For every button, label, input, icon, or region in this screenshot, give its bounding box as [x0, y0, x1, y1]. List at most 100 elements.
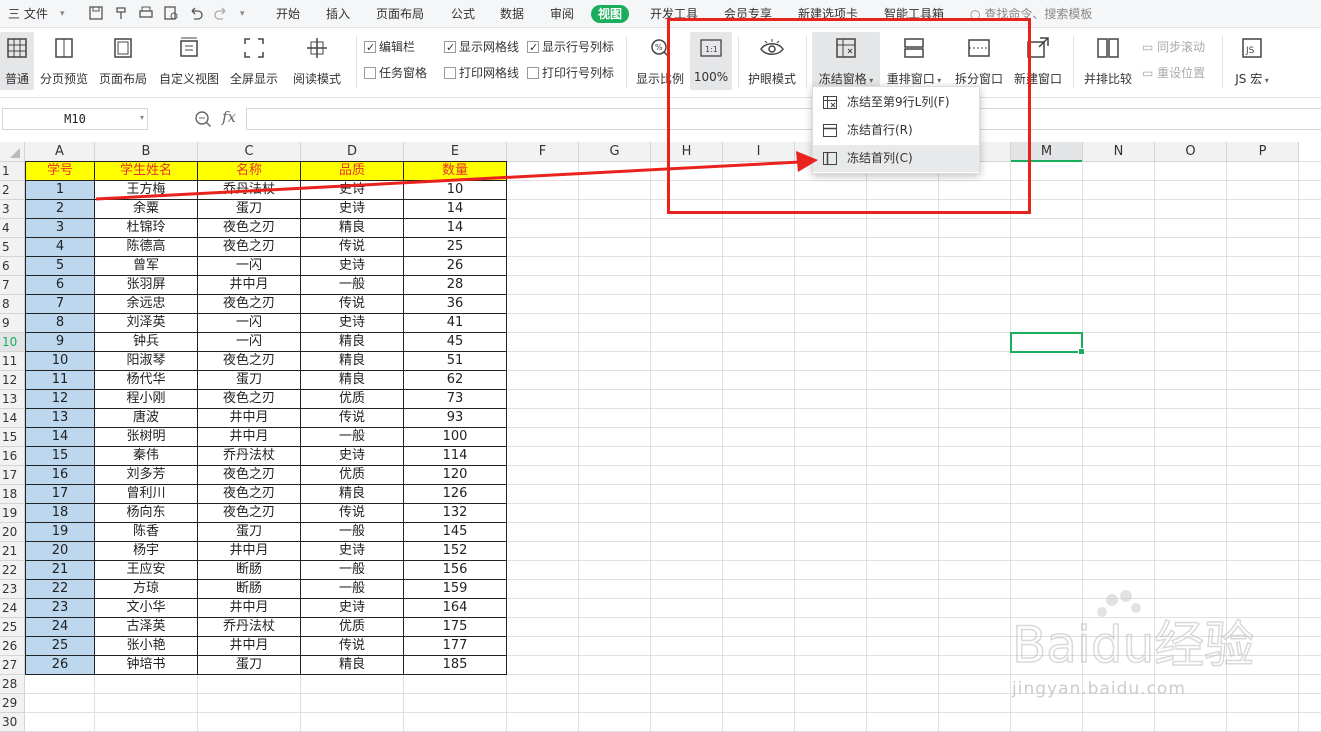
tab-insert[interactable]: 插入 [326, 5, 350, 23]
table-cell[interactable]: 5 [25, 257, 95, 276]
column-header-a[interactable]: A [25, 142, 95, 162]
tab-view[interactable]: 视图 [591, 5, 630, 23]
table-cell[interactable]: 36 [404, 295, 507, 314]
table-cell[interactable]: 传说 [301, 409, 404, 428]
table-cell[interactable]: 夜色之刃 [198, 352, 301, 371]
tab-home[interactable]: 开始 [276, 5, 300, 23]
row-header-8[interactable]: 8 [0, 295, 25, 314]
table-cell[interactable]: 夜色之刃 [198, 485, 301, 504]
select-all-corner[interactable] [0, 142, 25, 162]
table-cell[interactable]: 夜色之刃 [198, 219, 301, 238]
table-cell[interactable]: 夜色之刃 [198, 295, 301, 314]
row-header-11[interactable]: 11 [0, 352, 25, 371]
active-cell-selection[interactable] [1010, 332, 1085, 355]
tab-review[interactable]: 审阅 [550, 5, 574, 23]
column-header-c[interactable]: C [198, 142, 301, 162]
table-cell[interactable]: 张小艳 [95, 637, 198, 656]
name-box-dropdown-icon[interactable]: ▾ [140, 108, 148, 130]
row-header-15[interactable]: 15 [0, 428, 25, 447]
tab-formulas[interactable]: 公式 [451, 5, 475, 23]
table-cell[interactable]: 钟培书 [95, 656, 198, 675]
table-cell[interactable]: 蛋刀 [198, 200, 301, 219]
page-break-preview-button[interactable]: 分页预览 [38, 32, 90, 90]
table-cell[interactable]: 45 [404, 333, 507, 352]
formula-input[interactable] [246, 108, 1321, 130]
table-cell[interactable]: 优质 [301, 466, 404, 485]
table-cell[interactable]: 24 [25, 618, 95, 637]
table-header-cell[interactable]: 品质 [301, 161, 404, 181]
table-cell[interactable]: 史诗 [301, 542, 404, 561]
table-cell[interactable]: 陈香 [95, 523, 198, 542]
row-header-14[interactable]: 14 [0, 409, 25, 428]
freeze-panes-button[interactable]: 冻结窗格 ▾ [812, 32, 880, 90]
table-cell[interactable]: 杨代华 [95, 371, 198, 390]
table-cell[interactable]: 7 [25, 295, 95, 314]
new-window-button[interactable]: 新建窗口 [1010, 32, 1066, 90]
table-cell[interactable]: 精良 [301, 219, 404, 238]
table-cell[interactable]: 优质 [301, 390, 404, 409]
table-header-cell[interactable]: 学生姓名 [95, 161, 198, 181]
table-cell[interactable]: 23 [25, 599, 95, 618]
table-header-cell[interactable]: 学号 [25, 161, 95, 181]
tab-page-layout[interactable]: 页面布局 [376, 5, 424, 23]
table-cell[interactable]: 14 [25, 428, 95, 447]
column-header-g[interactable]: G [579, 142, 651, 162]
redo-icon[interactable] [213, 5, 229, 21]
table-cell[interactable]: 精良 [301, 485, 404, 504]
table-cell[interactable]: 杜锦玲 [95, 219, 198, 238]
table-cell[interactable]: 史诗 [301, 257, 404, 276]
table-cell[interactable]: 余远忠 [95, 295, 198, 314]
row-header-25[interactable]: 25 [0, 618, 25, 637]
sync-scroll-button[interactable]: ▭ 同步滚动 [1142, 38, 1205, 56]
save-icon[interactable] [88, 5, 104, 21]
table-cell[interactable]: 传说 [301, 238, 404, 257]
table-header-cell[interactable]: 名称 [198, 161, 301, 181]
row-header-16[interactable]: 16 [0, 447, 25, 466]
row-header-19[interactable]: 19 [0, 504, 25, 523]
row-header-4[interactable]: 4 [0, 219, 25, 238]
row-header-12[interactable]: 12 [0, 371, 25, 390]
row-header-20[interactable]: 20 [0, 523, 25, 542]
table-cell[interactable]: 15 [25, 447, 95, 466]
table-cell[interactable]: 21 [25, 561, 95, 580]
table-cell[interactable]: 一般 [301, 561, 404, 580]
table-cell[interactable]: 一闪 [198, 333, 301, 352]
page-layout-view-button[interactable]: 页面布局 [97, 32, 149, 90]
table-cell[interactable]: 史诗 [301, 447, 404, 466]
table-cell[interactable]: 传说 [301, 637, 404, 656]
table-cell[interactable]: 刘多芳 [95, 466, 198, 485]
edit-bar-checkbox[interactable]: 编辑栏 [364, 38, 415, 57]
table-cell[interactable]: 一般 [301, 580, 404, 599]
table-cell[interactable]: 陈德高 [95, 238, 198, 257]
table-cell[interactable]: 8 [25, 314, 95, 333]
print-gridlines-checkbox[interactable]: 打印网格线 [444, 64, 519, 82]
zoom-button[interactable]: % 显示比例 [634, 32, 686, 90]
table-cell[interactable]: 史诗 [301, 599, 404, 618]
table-cell[interactable]: 传说 [301, 295, 404, 314]
row-header-13[interactable]: 13 [0, 390, 25, 409]
column-header-e[interactable]: E [404, 142, 507, 162]
row-header-22[interactable]: 22 [0, 561, 25, 580]
file-menu-chevron-icon[interactable]: ▾ [60, 5, 65, 23]
table-cell[interactable]: 阳淑琴 [95, 352, 198, 371]
normal-view-button[interactable]: 普通 [0, 32, 34, 90]
row-header-6[interactable]: 6 [0, 257, 25, 276]
table-cell[interactable]: 乔丹法杖 [198, 618, 301, 637]
table-cell[interactable]: 精良 [301, 333, 404, 352]
zoom-100-button[interactable]: 1:1 100% [690, 32, 732, 90]
row-header-24[interactable]: 24 [0, 599, 25, 618]
table-cell[interactable]: 夜色之刃 [198, 390, 301, 409]
table-cell[interactable]: 蛋刀 [198, 656, 301, 675]
table-cell[interactable]: 73 [404, 390, 507, 409]
table-cell[interactable]: 6 [25, 276, 95, 295]
column-header-i[interactable]: I [723, 142, 795, 162]
table-cell[interactable]: 20 [25, 542, 95, 561]
row-header-29[interactable]: 29 [0, 694, 25, 713]
eye-mode-button[interactable]: 护眼模式 [745, 32, 799, 90]
table-cell[interactable]: 13 [25, 409, 95, 428]
table-cell[interactable]: 一般 [301, 428, 404, 447]
table-cell[interactable]: 秦伟 [95, 447, 198, 466]
row-header-23[interactable]: 23 [0, 580, 25, 599]
js-macro-button[interactable]: JS JS 宏 ▾ [1228, 32, 1276, 90]
table-cell[interactable]: 夜色之刃 [198, 504, 301, 523]
